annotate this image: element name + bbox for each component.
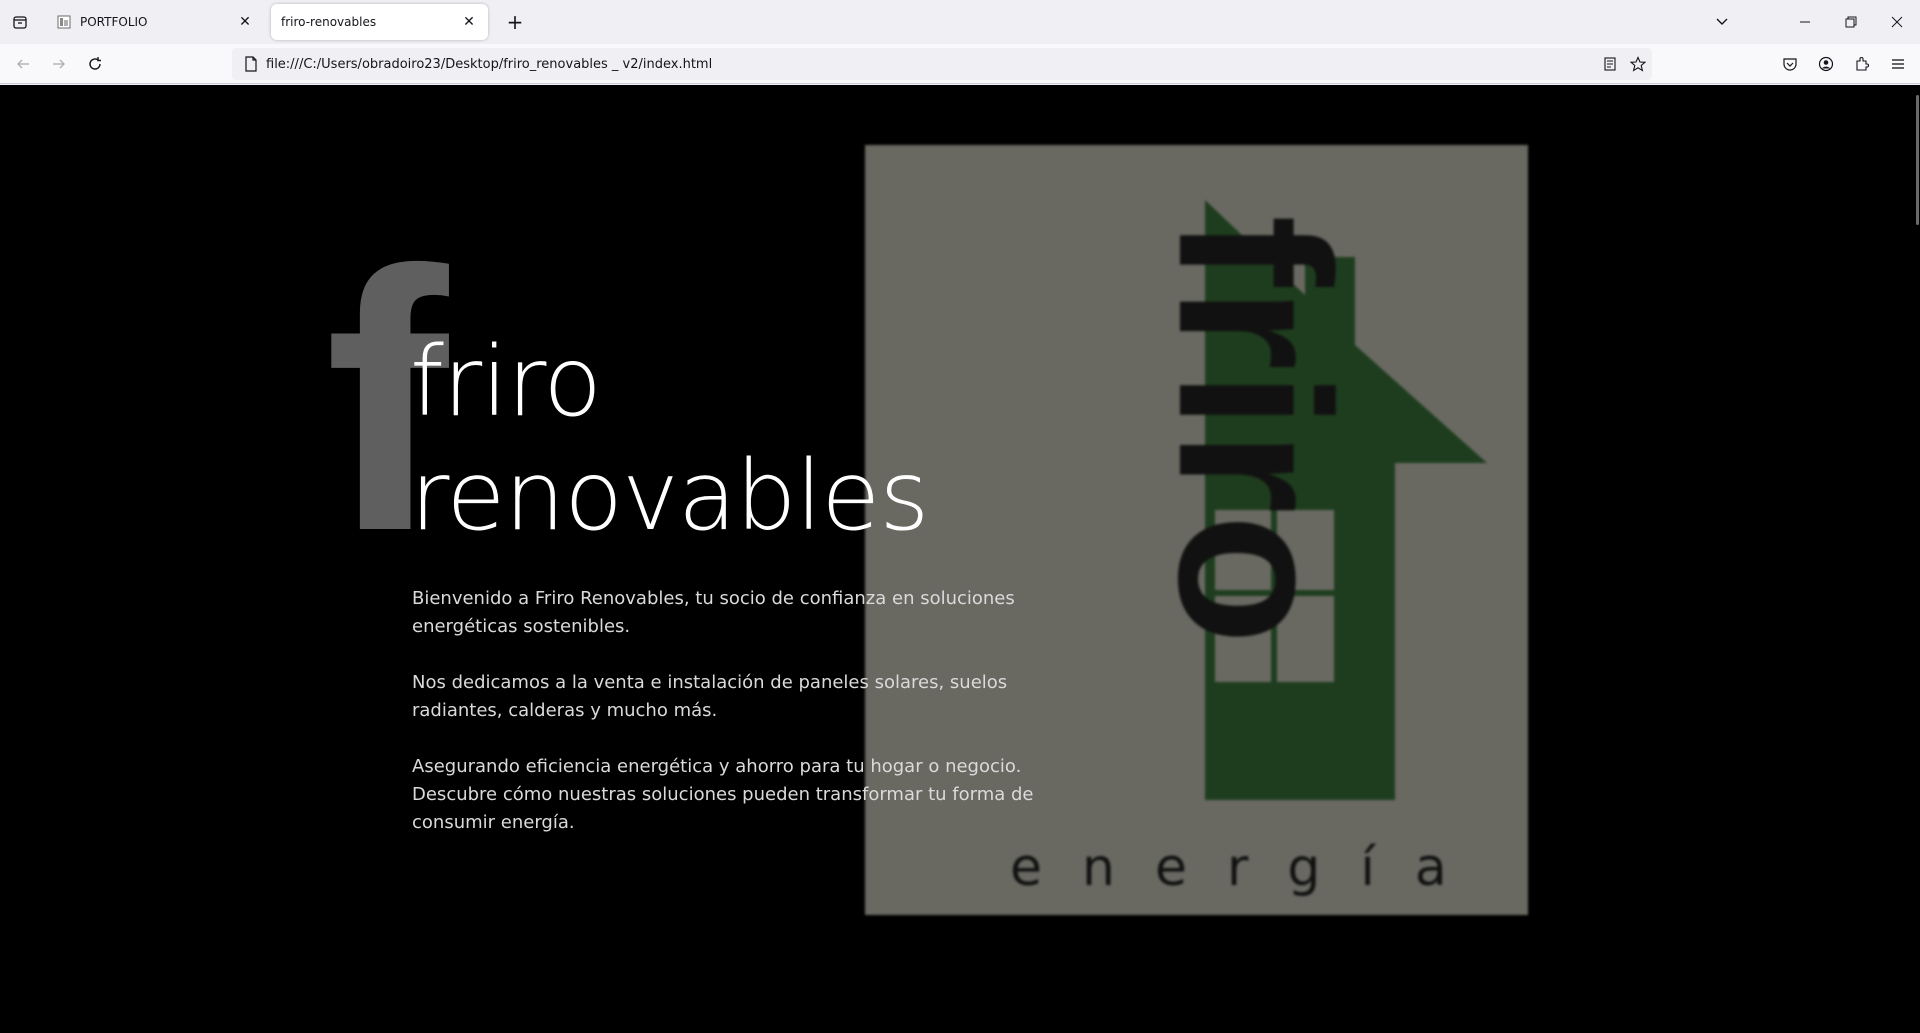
scrollbar-thumb[interactable] <box>1916 95 1919 225</box>
reload-icon <box>89 57 101 70</box>
intro-paragraph: Asegurando eficiencia energética y ahorr… <box>412 756 1034 833</box>
tab-friro-renovables[interactable]: friro-renovables ✕ <box>271 4 488 40</box>
extensions-button[interactable] <box>1848 50 1876 78</box>
intro-paragraph: Bienvenido a Friro Renovables, tu socio … <box>412 588 1015 637</box>
plus-icon: + <box>506 10 524 34</box>
star-icon <box>1630 56 1646 72</box>
firefox-view-button[interactable] <box>7 9 33 35</box>
tab-portfolio[interactable]: PORTFOLIO ✕ <box>46 4 264 40</box>
page-scrollbar[interactable] <box>1914 85 1920 1033</box>
reader-mode-button[interactable] <box>1596 50 1624 78</box>
title-line-2: renovables <box>410 440 929 552</box>
tab-strip: PORTFOLIO ✕ friro-renovables ✕ + <box>0 0 1920 44</box>
restore-button[interactable] <box>1828 0 1874 44</box>
intro-text: Bienvenido a Friro Renovables, tu socio … <box>412 585 1052 865</box>
back-arrow-icon <box>17 59 29 69</box>
forward-button[interactable] <box>45 50 73 78</box>
minimize-icon <box>1800 21 1810 23</box>
restore-icon <box>1845 16 1857 28</box>
url-text[interactable]: file:///C:/Users/obradoiro23/Desktop/fri… <box>266 57 1596 72</box>
tab-title: friro-renovables <box>281 15 377 29</box>
close-window-button[interactable] <box>1874 0 1920 44</box>
reload-button[interactable] <box>81 50 109 78</box>
title-line-1: friro <box>410 326 602 438</box>
navigation-toolbar: file:///C:/Users/obradoiro23/Desktop/fri… <box>0 44 1920 84</box>
close-icon <box>1891 16 1903 28</box>
page-title: friro renovables <box>410 325 929 553</box>
url-bar[interactable]: file:///C:/Users/obradoiro23/Desktop/fri… <box>232 48 1652 80</box>
forward-arrow-icon <box>53 59 65 69</box>
extensions-icon <box>1856 57 1869 71</box>
close-tab-icon[interactable]: ✕ <box>236 13 254 31</box>
toolbar-right <box>1776 50 1912 78</box>
account-button[interactable] <box>1812 50 1840 78</box>
page-viewport: friro energía f friro renovables Bienven… <box>0 85 1920 1033</box>
tab-title: PORTFOLIO <box>80 15 148 29</box>
new-tab-button[interactable]: + <box>502 9 528 35</box>
minimize-button[interactable] <box>1782 0 1828 44</box>
app-menu-button[interactable] <box>1884 50 1912 78</box>
bookmark-button[interactable] <box>1624 50 1652 78</box>
pocket-icon <box>1783 58 1797 71</box>
reader-mode-icon <box>1604 57 1616 71</box>
chevron-down-icon <box>1716 18 1728 25</box>
account-icon <box>1818 56 1834 72</box>
window-controls <box>1782 0 1920 44</box>
pocket-button[interactable] <box>1776 50 1804 78</box>
intro-paragraph: Nos dedicamos a la venta e instalación d… <box>412 672 1008 721</box>
logo-wordmark: friro <box>1134 215 1375 645</box>
list-all-tabs-button[interactable] <box>1709 9 1735 35</box>
hamburger-menu-icon <box>1892 59 1904 69</box>
page-icon <box>236 48 266 80</box>
close-tab-icon[interactable]: ✕ <box>460 13 478 31</box>
firefox-view-icon <box>13 16 27 29</box>
logo-tagline: energía <box>1010 838 1487 898</box>
document-icon <box>56 14 72 30</box>
back-button[interactable] <box>9 50 37 78</box>
